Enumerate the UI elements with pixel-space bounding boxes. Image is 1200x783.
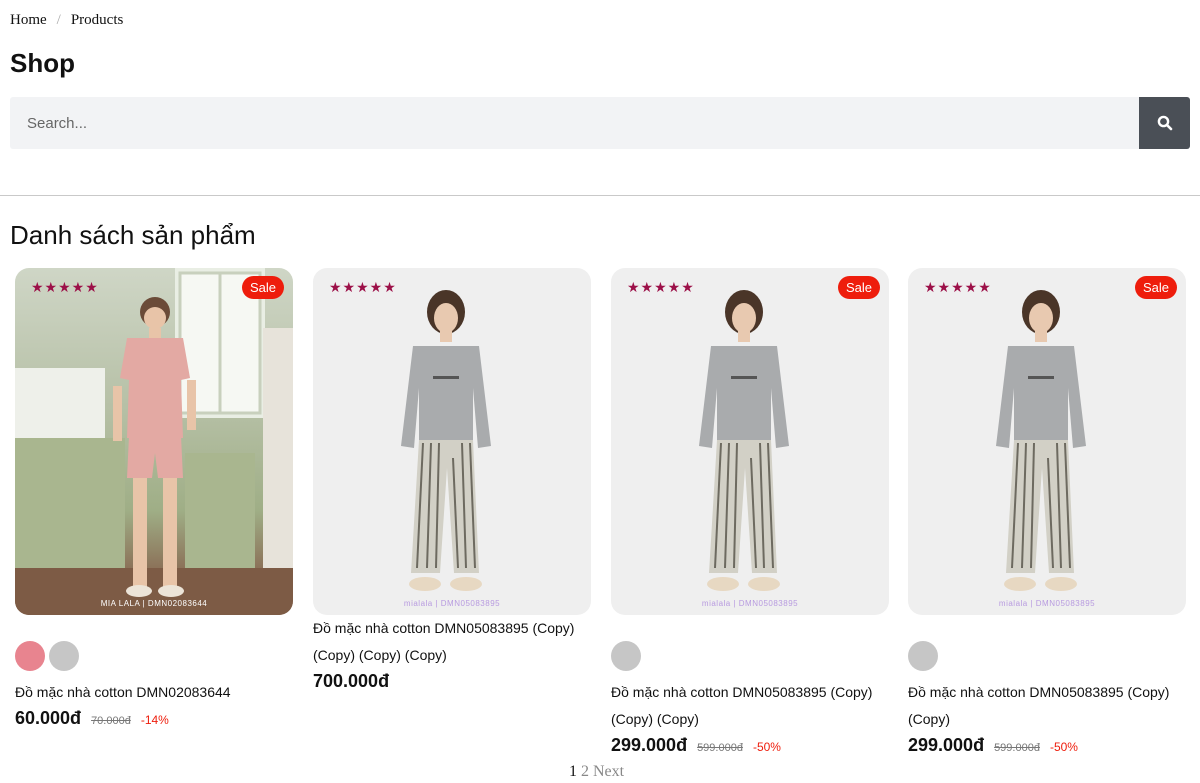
product-card[interactable]: ★★★★★ mialala | DMN05083895 Đồ mặc nhà c… (313, 268, 591, 692)
color-swatch-gray[interactable] (611, 641, 641, 671)
color-swatches (15, 641, 293, 671)
section-divider (0, 195, 1200, 196)
product-prices: 700.000đ (313, 671, 591, 692)
product-name[interactable]: Đồ mặc nhà cotton DMN02083644 (15, 679, 293, 706)
rating-stars: ★★★★★ (627, 279, 695, 295)
rating-stars: ★★★★★ (31, 279, 99, 295)
discount-percent: -50% (752, 740, 781, 754)
discount-percent: -50% (1049, 740, 1078, 754)
product-price: 299.000đ (611, 735, 688, 755)
product-price: 60.000đ (15, 708, 82, 728)
brand-watermark: mialala | DMN05083895 (701, 599, 799, 608)
page-title: Shop (10, 48, 75, 78)
product-photo-illustration (15, 268, 293, 615)
sale-badge: Sale (241, 276, 284, 299)
product-name[interactable]: Đồ mặc nhà cotton DMN05083895 (Copy) (Co… (313, 615, 591, 669)
product-price: 299.000đ (908, 735, 985, 755)
brand-watermark: MIA LALA | DMN02083644 (100, 599, 208, 608)
discount-percent: -14% (140, 713, 169, 727)
pagination-current-page: 1 (569, 763, 577, 780)
product-old-price: 599.000đ (697, 742, 743, 754)
pagination: 1 2 Next (569, 763, 624, 781)
product-image[interactable]: ★★★★★ Sale mialala | DMN05083895 (908, 268, 1186, 615)
breadcrumb-home-link[interactable]: Home (10, 12, 47, 29)
color-swatch-pink[interactable] (15, 641, 45, 671)
search-input[interactable] (10, 97, 1139, 149)
color-swatch-gray[interactable] (908, 641, 938, 671)
color-swatch-gray[interactable] (49, 641, 79, 671)
product-old-price: 70.000đ (91, 715, 131, 727)
product-name[interactable]: Đồ mặc nhà cotton DMN05083895 (Copy) (Co… (908, 679, 1186, 733)
pagination-next-link[interactable]: Next (593, 763, 624, 781)
product-photo-illustration (401, 290, 491, 591)
product-image[interactable]: ★★★★★ Sale mialala | DMN05083895 (611, 268, 889, 615)
product-card[interactable]: ★★★★★ Sale mialala | DMN05083895 Đồ mặc … (611, 268, 889, 756)
brand-watermark: mialala | DMN05083895 (998, 599, 1096, 608)
color-swatches (908, 641, 1186, 671)
search-bar (10, 97, 1190, 149)
pagination-page-2[interactable]: 2 (581, 763, 589, 781)
product-price: 700.000đ (313, 671, 390, 691)
product-card[interactable]: ★★★★★ Sale MIA LALA | DMN02083644 Đồ mặc… (15, 268, 293, 729)
brand-watermark: mialala | DMN05083895 (403, 599, 501, 608)
rating-stars: ★★★★★ (329, 279, 397, 295)
product-image[interactable]: ★★★★★ Sale MIA LALA | DMN02083644 (15, 268, 293, 615)
search-icon (1157, 115, 1172, 131)
rating-stars: ★★★★★ (924, 279, 992, 295)
product-old-price: 599.000đ (994, 742, 1040, 754)
product-prices: 60.000đ 70.000đ -14% (15, 708, 293, 729)
search-button[interactable] (1139, 97, 1190, 149)
product-name[interactable]: Đồ mặc nhà cotton DMN05083895 (Copy) (Co… (611, 679, 889, 733)
section-title: Danh sách sản phẩm (10, 220, 256, 250)
breadcrumb-separator: / (56, 12, 61, 28)
product-prices: 299.000đ 599.000đ -50% (611, 735, 889, 756)
product-prices: 299.000đ 599.000đ -50% (908, 735, 1186, 756)
breadcrumb-current: Products (70, 12, 124, 28)
color-swatches (611, 641, 889, 671)
product-image[interactable]: ★★★★★ mialala | DMN05083895 (313, 268, 591, 615)
product-photo-illustration (699, 290, 789, 591)
sale-badge: Sale (837, 276, 880, 299)
product-photo-illustration (996, 290, 1086, 591)
breadcrumb: Home / Products (10, 12, 123, 29)
sale-badge: Sale (1134, 276, 1177, 299)
product-card[interactable]: ★★★★★ Sale mialala | DMN05083895 Đồ mặc … (908, 268, 1186, 756)
